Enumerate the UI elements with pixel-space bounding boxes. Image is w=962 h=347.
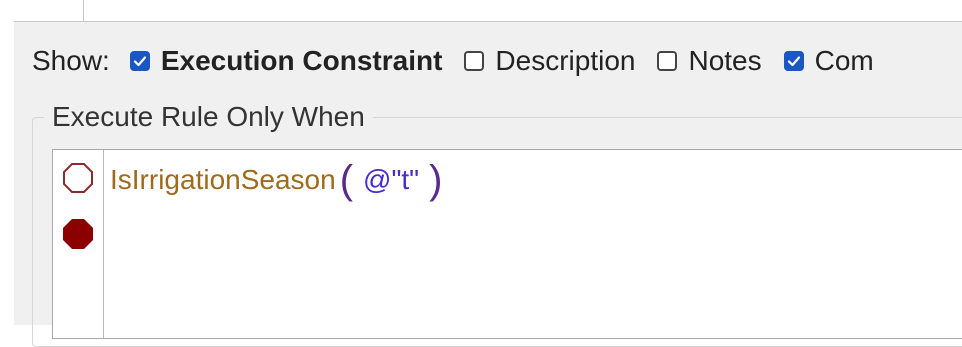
notes-label: Notes <box>688 45 762 76</box>
show-label: Show: <box>32 45 110 76</box>
top-strip <box>14 0 962 22</box>
execute-when-legend: Execute Rule Only When <box>44 100 373 134</box>
breakpoint-filled-icon[interactable] <box>61 217 95 251</box>
check-icon <box>133 56 146 67</box>
comments-checkbox[interactable] <box>783 51 804 71</box>
function-argument[interactable]: @"t" <box>363 164 419 196</box>
editor-gutter <box>53 150 104 338</box>
top-strip-divider <box>83 0 84 21</box>
description-label: Description <box>495 45 636 76</box>
execution-constraint-option[interactable]: Execution Constraint <box>129 45 443 77</box>
show-options-row: Show: Execution Constraint Description N… <box>32 41 896 81</box>
check-icon <box>787 56 800 67</box>
comments-label: Com <box>814 45 874 76</box>
execution-constraint-checkbox[interactable] <box>129 51 150 71</box>
breakpoint-outline-icon[interactable] <box>61 161 95 195</box>
constraint-editor[interactable]: IsIrrigationSeason ( @"t" ) <box>52 149 962 339</box>
comments-option[interactable]: Com <box>783 45 874 77</box>
notes-option[interactable]: Notes <box>657 45 762 77</box>
description-checkbox[interactable] <box>464 51 485 71</box>
constraint-expression[interactable]: IsIrrigationSeason ( @"t" ) <box>110 158 446 202</box>
description-option[interactable]: Description <box>464 45 635 77</box>
close-paren: ) <box>429 158 443 202</box>
notes-checkbox[interactable] <box>657 51 678 71</box>
open-paren: ( <box>339 158 354 202</box>
function-name: IsIrrigationSeason <box>110 164 336 195</box>
execution-constraint-label: Execution Constraint <box>160 45 443 76</box>
